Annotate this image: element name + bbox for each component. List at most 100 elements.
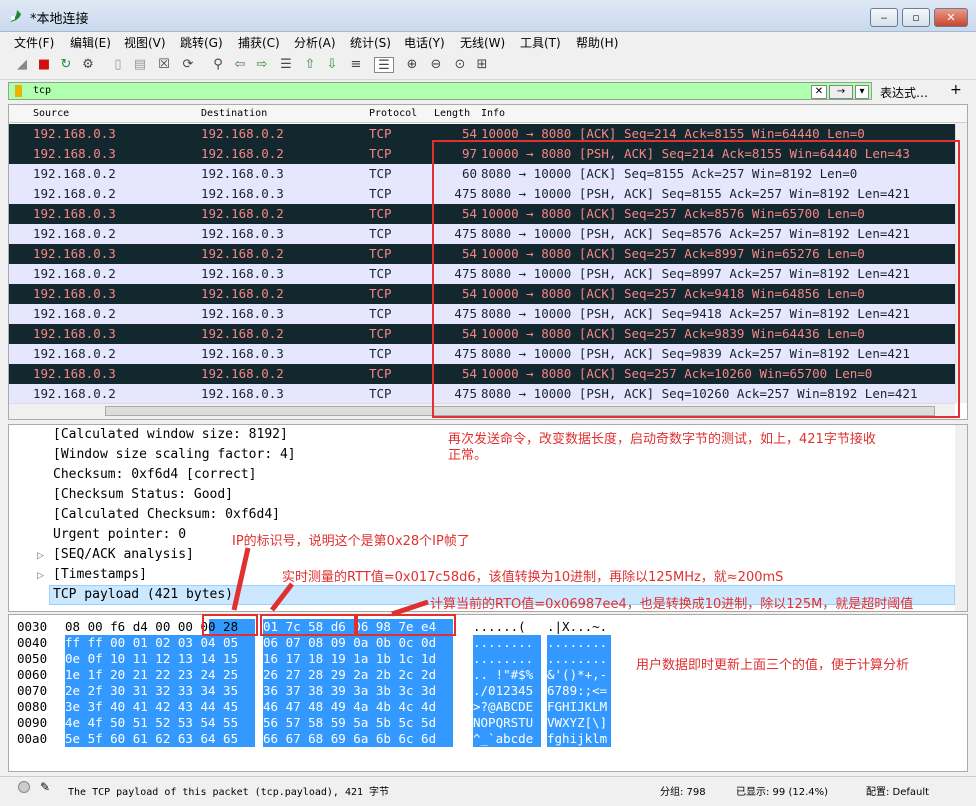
hscroll-thumb[interactable]: [105, 406, 935, 416]
detail-field[interactable]: Checksum: 0xf6d4 [correct]: [53, 467, 257, 482]
filter-text[interactable]: tcp: [33, 85, 51, 96]
minimize-button[interactable]: ‒: [870, 8, 898, 27]
first-packet-icon[interactable]: ⇧: [302, 57, 318, 73]
menu-statistics[interactable]: 统计(S): [350, 34, 391, 51]
colorize-icon[interactable]: ☰: [374, 57, 394, 73]
packet-row[interactable]: 192.168.0.2 192.168.0.3 TCP 8080 → 10000 [P…: [9, 184, 955, 204]
ascii-bytes[interactable]: NOPQRSTU: [473, 715, 541, 731]
hex-bytes[interactable]: 08 00 f6 d4 00 00 00 28: [65, 619, 238, 635]
find-packet-icon[interactable]: ⚲: [210, 57, 226, 73]
menu-view[interactable]: 视图(V): [124, 34, 166, 51]
detail-field[interactable]: Urgent pointer: 0: [53, 527, 186, 542]
ascii-bytes[interactable]: ........: [547, 635, 611, 651]
hex-bytes[interactable]: 4e 4f 50 51 52 53 54 55: [65, 715, 255, 731]
autoscroll-icon[interactable]: ≡: [348, 57, 364, 73]
filter-history-icon[interactable]: ▾: [855, 85, 869, 99]
packet-row[interactable]: 192.168.0.3 192.168.0.2 TCP 10000 → 8080 [A…: [9, 244, 955, 264]
close-button[interactable]: ✕: [934, 8, 968, 27]
save-file-icon[interactable]: ▤: [132, 57, 148, 73]
menu-help[interactable]: 帮助(H): [576, 34, 618, 51]
close-file-icon[interactable]: ☒: [156, 57, 172, 73]
display-filter-input[interactable]: tcp ✕ → ▾: [8, 82, 872, 100]
hex-bytes[interactable]: 5e 5f 60 61 62 63 64 65: [65, 731, 255, 747]
reload-file-icon[interactable]: ⟳: [180, 57, 196, 73]
packet-list-scrollbar[interactable]: [955, 123, 967, 403]
hex-bytes[interactable]: 26 27 28 29 2a 2b 2c 2d: [263, 667, 453, 683]
expression-button[interactable]: 表达式…: [880, 84, 928, 101]
packet-row[interactable]: 192.168.0.2 192.168.0.3 TCP 8080 → 10000 [P…: [9, 264, 955, 284]
go-to-packet-icon[interactable]: ☰: [278, 57, 294, 73]
menu-capture[interactable]: 捕获(C): [238, 34, 280, 51]
edit-comment-icon[interactable]: ✎: [40, 780, 50, 794]
packet-row[interactable]: 192.168.0.3 192.168.0.2 TCP 10000 → 8080 [P…: [9, 144, 955, 164]
maximize-button[interactable]: ▫: [902, 8, 930, 27]
menu-file[interactable]: 文件(F): [14, 34, 54, 51]
col-protocol[interactable]: Protocol: [369, 108, 417, 119]
expand-arrow-icon[interactable]: ▷: [37, 551, 44, 561]
ascii-bytes[interactable]: ........: [473, 635, 541, 651]
clear-filter-icon[interactable]: ✕: [811, 85, 827, 99]
hex-bytes[interactable]: 66 67 68 69 6a 6b 6c 6d: [263, 731, 453, 747]
hex-bytes[interactable]: 01 7c 58 d6 06 98 7e e4: [263, 619, 453, 635]
detail-field[interactable]: [Calculated window size: 8192]: [53, 427, 288, 442]
hex-bytes[interactable]: 56 57 58 59 5a 5b 5c 5d: [263, 715, 453, 731]
apply-filter-icon[interactable]: →: [829, 85, 853, 99]
packet-row[interactable]: 192.168.0.3 192.168.0.2 TCP 10000 → 8080 [A…: [9, 364, 955, 384]
hex-bytes[interactable]: ff ff 00 01 02 03 04 05: [65, 635, 255, 651]
resize-columns-icon[interactable]: ⊞: [474, 57, 490, 73]
hex-bytes[interactable]: 36 37 38 39 3a 3b 3c 3d: [263, 683, 453, 699]
hex-bytes[interactable]: 0e 0f 10 11 12 13 14 15: [65, 651, 255, 667]
packet-row[interactable]: 192.168.0.3 192.168.0.2 TCP 10000 → 8080 [A…: [9, 204, 955, 224]
col-destination[interactable]: Destination: [201, 108, 267, 119]
ascii-bytes[interactable]: FGHIJKLM: [547, 699, 611, 715]
start-capture-icon[interactable]: ◢: [14, 57, 30, 73]
ascii-bytes[interactable]: ........: [473, 651, 541, 667]
capture-options-icon[interactable]: ⚙: [80, 57, 96, 73]
hex-bytes[interactable]: 46 47 48 49 4a 4b 4c 4d: [263, 699, 453, 715]
menu-tools[interactable]: 工具(T): [520, 34, 561, 51]
go-back-icon[interactable]: ⇦: [232, 57, 248, 73]
col-length[interactable]: Length: [434, 108, 470, 119]
restart-capture-icon[interactable]: ↻: [58, 57, 74, 73]
detail-field[interactable]: [SEQ/ACK analysis]: [53, 547, 194, 562]
go-forward-icon[interactable]: ⇨: [254, 57, 270, 73]
packet-row[interactable]: 192.168.0.2 192.168.0.3 TCP 8080 → 10000 [P…: [9, 304, 955, 324]
packet-row[interactable]: 192.168.0.2 192.168.0.3 TCP 8080 → 10000 [P…: [9, 384, 955, 404]
ascii-bytes[interactable]: fghijklm: [547, 731, 611, 747]
detail-field[interactable]: TCP payload (421 bytes): [53, 587, 233, 602]
detail-field[interactable]: [Window size scaling factor: 4]: [53, 447, 296, 462]
ascii-bytes[interactable]: VWXYZ[\]: [547, 715, 611, 731]
ascii-bytes[interactable]: &'()*+,-: [547, 667, 611, 683]
ascii-bytes[interactable]: ......(: [473, 619, 526, 635]
add-filter-button[interactable]: +: [950, 82, 962, 98]
detail-field[interactable]: [Timestamps]: [53, 567, 147, 582]
packet-row[interactable]: 192.168.0.2 192.168.0.3 TCP 8080 → 10000 [A…: [9, 164, 955, 184]
packet-row[interactable]: 192.168.0.3 192.168.0.2 TCP 10000 → 8080 [A…: [9, 124, 955, 144]
packet-row[interactable]: 192.168.0.3 192.168.0.2 TCP 10000 → 8080 [A…: [9, 284, 955, 304]
col-source[interactable]: Source: [33, 108, 69, 119]
detail-field[interactable]: [Checksum Status: Good]: [53, 487, 233, 502]
menu-analyze[interactable]: 分析(A): [294, 34, 336, 51]
ascii-bytes[interactable]: 6789:;<=: [547, 683, 611, 699]
ascii-bytes[interactable]: .. !"#$%: [473, 667, 541, 683]
hex-bytes[interactable]: 16 17 18 19 1a 1b 1c 1d: [263, 651, 453, 667]
menu-wireless[interactable]: 无线(W): [460, 34, 505, 51]
ascii-bytes[interactable]: .|X...~.: [547, 619, 607, 635]
detail-field[interactable]: [Calculated Checksum: 0xf6d4]: [53, 507, 280, 522]
ascii-bytes[interactable]: ./012345: [473, 683, 541, 699]
ascii-bytes[interactable]: ........: [547, 651, 611, 667]
hex-bytes[interactable]: 2e 2f 30 31 32 33 34 35: [65, 683, 255, 699]
menu-edit[interactable]: 编辑(E): [70, 34, 111, 51]
expand-arrow-icon[interactable]: ▷: [37, 571, 44, 581]
zoom-in-icon[interactable]: ⊕: [404, 57, 420, 73]
status-profile[interactable]: 配置: Default: [866, 783, 929, 798]
menu-telephony[interactable]: 电话(Y): [404, 34, 445, 51]
details-scrollbar[interactable]: [955, 425, 967, 611]
zoom-out-icon[interactable]: ⊖: [428, 57, 444, 73]
col-info[interactable]: Info: [481, 108, 505, 119]
packet-list-hscrollbar[interactable]: [9, 403, 955, 419]
packet-row[interactable]: 192.168.0.2 192.168.0.3 TCP 8080 → 10000 [P…: [9, 224, 955, 244]
hex-bytes[interactable]: 3e 3f 40 41 42 43 44 45: [65, 699, 255, 715]
packet-row[interactable]: 192.168.0.3 192.168.0.2 TCP 10000 → 8080 [A…: [9, 324, 955, 344]
open-file-icon[interactable]: ▯: [110, 57, 126, 73]
